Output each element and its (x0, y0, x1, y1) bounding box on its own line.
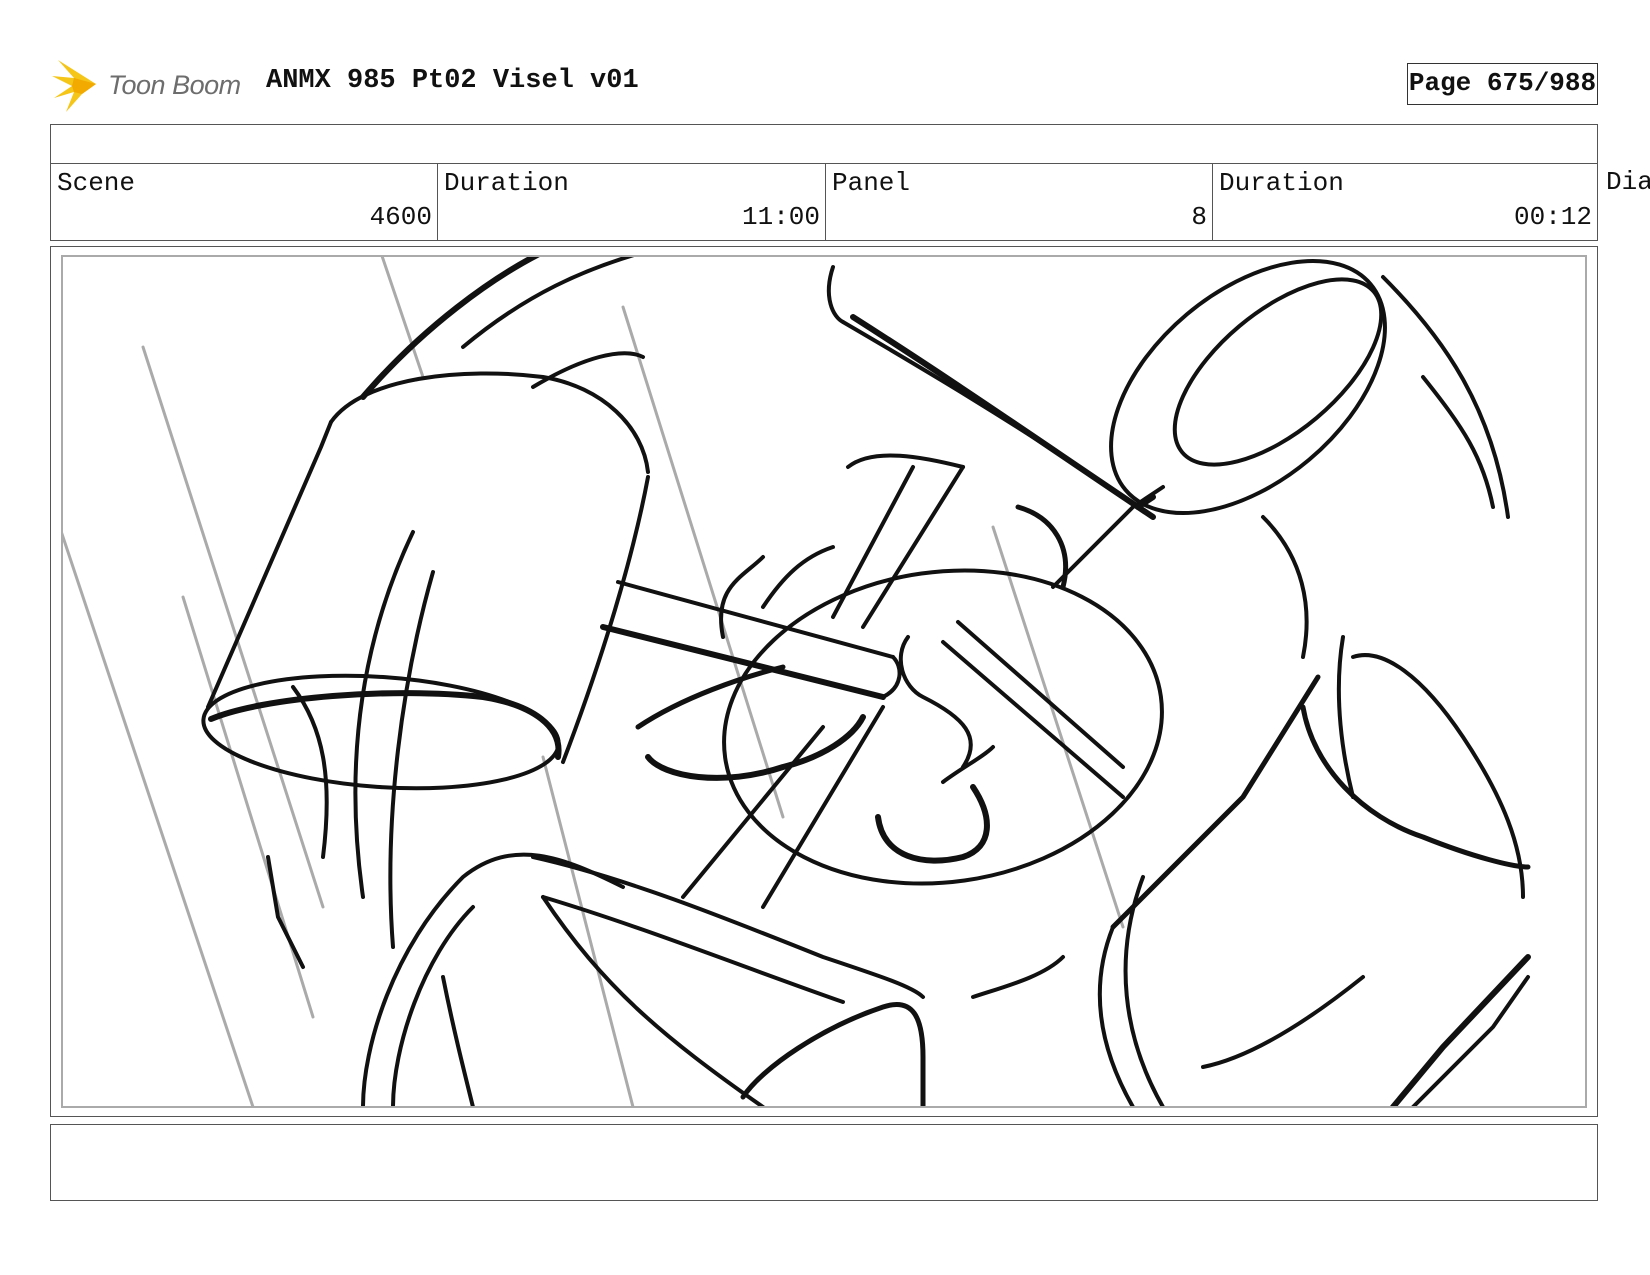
logo-wordmark: Toon Boom (108, 70, 241, 100)
panel-cell: Panel 8 (825, 163, 1213, 241)
page-indicator: Page 675/988 (1407, 63, 1598, 105)
panel-value: 8 (1191, 202, 1207, 232)
scene-cell: Scene 4600 (50, 163, 438, 241)
dialog-label: Dia (1606, 167, 1650, 197)
panel-image-area (61, 255, 1587, 1108)
scene-value: 4600 (369, 202, 432, 232)
scene-info-row: Scene 4600 Duration 11:00 Panel 8 Durati… (50, 163, 1650, 241)
document-title: ANMX 985 Pt02 Visel v01 (266, 66, 639, 96)
scene-duration-value: 11:00 (741, 202, 820, 232)
starburst-logo-icon (52, 60, 96, 112)
panel-frame (50, 246, 1598, 1117)
toon-boom-logo: Toon Boom (52, 58, 252, 114)
dialogue-notes-box (50, 1124, 1598, 1201)
panel-duration-label: Duration (1219, 168, 1344, 198)
scene-label: Scene (57, 168, 136, 198)
scene-duration-label: Duration (444, 168, 569, 198)
storyboard-sketch (63, 257, 1531, 1106)
scene-duration-cell: Duration 11:00 (437, 163, 826, 241)
panel-duration-cell: Duration 00:12 (1212, 163, 1598, 241)
header-bar (50, 124, 1598, 164)
panel-duration-value: 00:12 (1513, 202, 1592, 232)
panel-label: Panel (832, 168, 911, 198)
